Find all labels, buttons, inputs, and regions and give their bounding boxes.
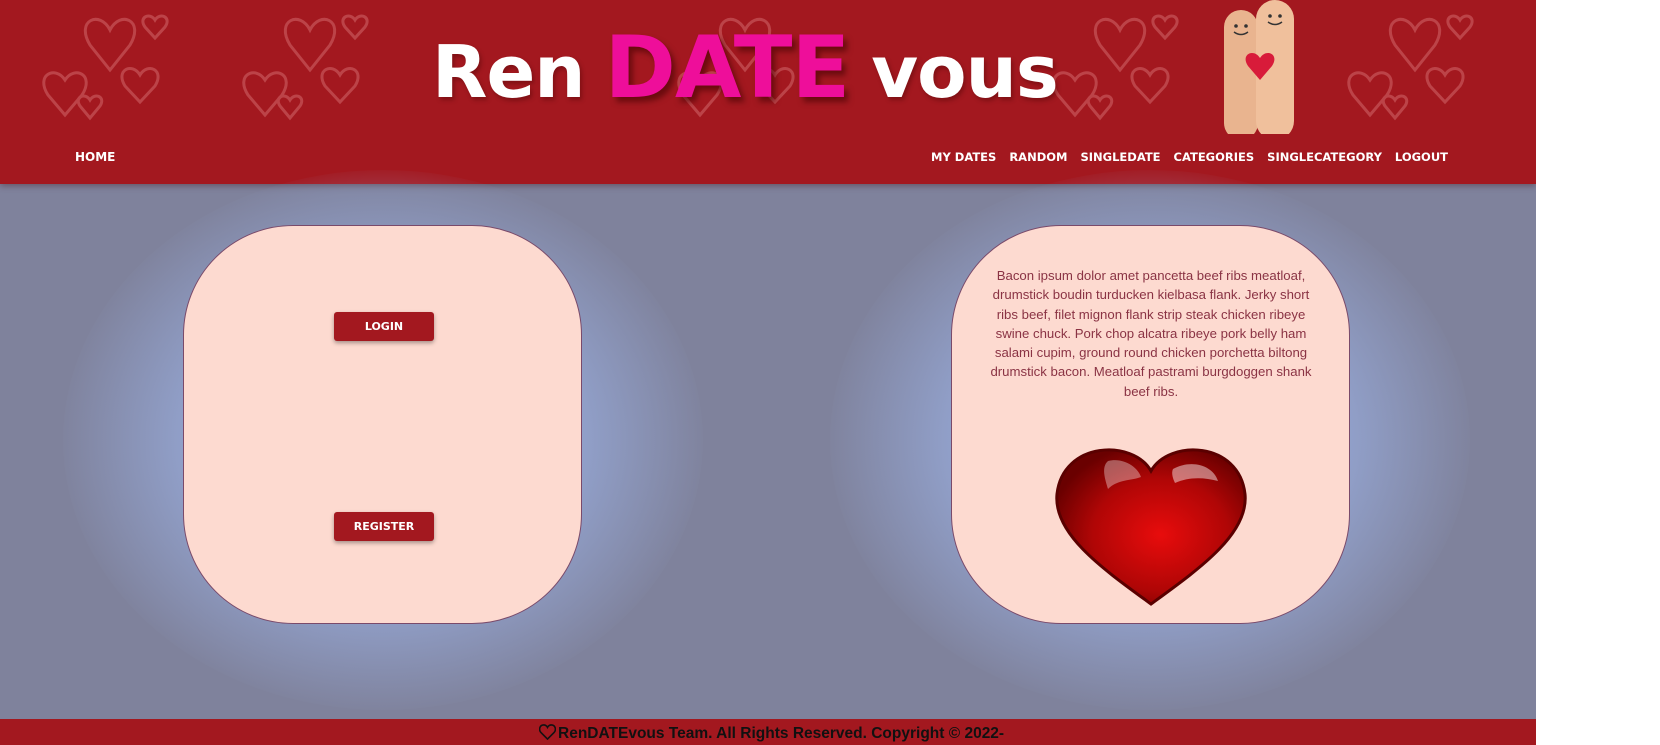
nav-singlecategory-link[interactable]: SINGLECATEGORY: [1267, 150, 1382, 164]
red-heart-image: [1055, 448, 1247, 606]
hearts-pattern-icon: [242, 14, 369, 121]
info-card: Bacon ipsum dolor amet pancetta beef rib…: [951, 225, 1350, 624]
info-text: Bacon ipsum dolor amet pancetta beef rib…: [990, 268, 1312, 399]
nav-logout-link[interactable]: LOGOUT: [1395, 150, 1448, 164]
hearts-pattern-icon: [1052, 14, 1179, 121]
nav-my-dates-link[interactable]: MY DATES: [931, 150, 996, 164]
hearts-pattern-icon: [42, 14, 169, 121]
login-button[interactable]: LOGIN: [334, 312, 434, 341]
nav-categories-link[interactable]: CATEGORIES: [1174, 150, 1255, 164]
nav-home-link[interactable]: HOME: [75, 150, 115, 164]
site-header: Ren DATE vous HOME MY DATES RANDOM SINGL…: [0, 0, 1536, 184]
page: Ren DATE vous HOME MY DATES RANDOM SINGL…: [0, 0, 1536, 745]
nav-singledate-link[interactable]: SINGLEDATE: [1080, 150, 1160, 164]
logo-ren: Ren: [432, 30, 586, 114]
logo-vous: vous: [871, 30, 1059, 114]
main-nav: MY DATES RANDOM SINGLEDATE CATEGORIES SI…: [931, 150, 1448, 164]
footer-content: RenDATEvous Team. All Rights Reserved. C…: [539, 721, 1004, 743]
register-button[interactable]: REGISTER: [334, 512, 434, 541]
nav-random-link[interactable]: RANDOM: [1009, 150, 1067, 164]
heart-outline-icon: [539, 724, 556, 740]
hearts-pattern-icon: [1347, 14, 1474, 121]
logo-date: DATE: [604, 18, 851, 118]
footer-copyright-text: RenDATEvous Team. All Rights Reserved. C…: [558, 725, 1005, 742]
finger-couple-image: [1224, 0, 1294, 134]
site-logo: Ren DATE vous: [432, 18, 1059, 118]
site-footer: RenDATEvous Team. All Rights Reserved. C…: [0, 719, 1536, 745]
auth-card: LOGIN REGISTER: [183, 225, 582, 624]
